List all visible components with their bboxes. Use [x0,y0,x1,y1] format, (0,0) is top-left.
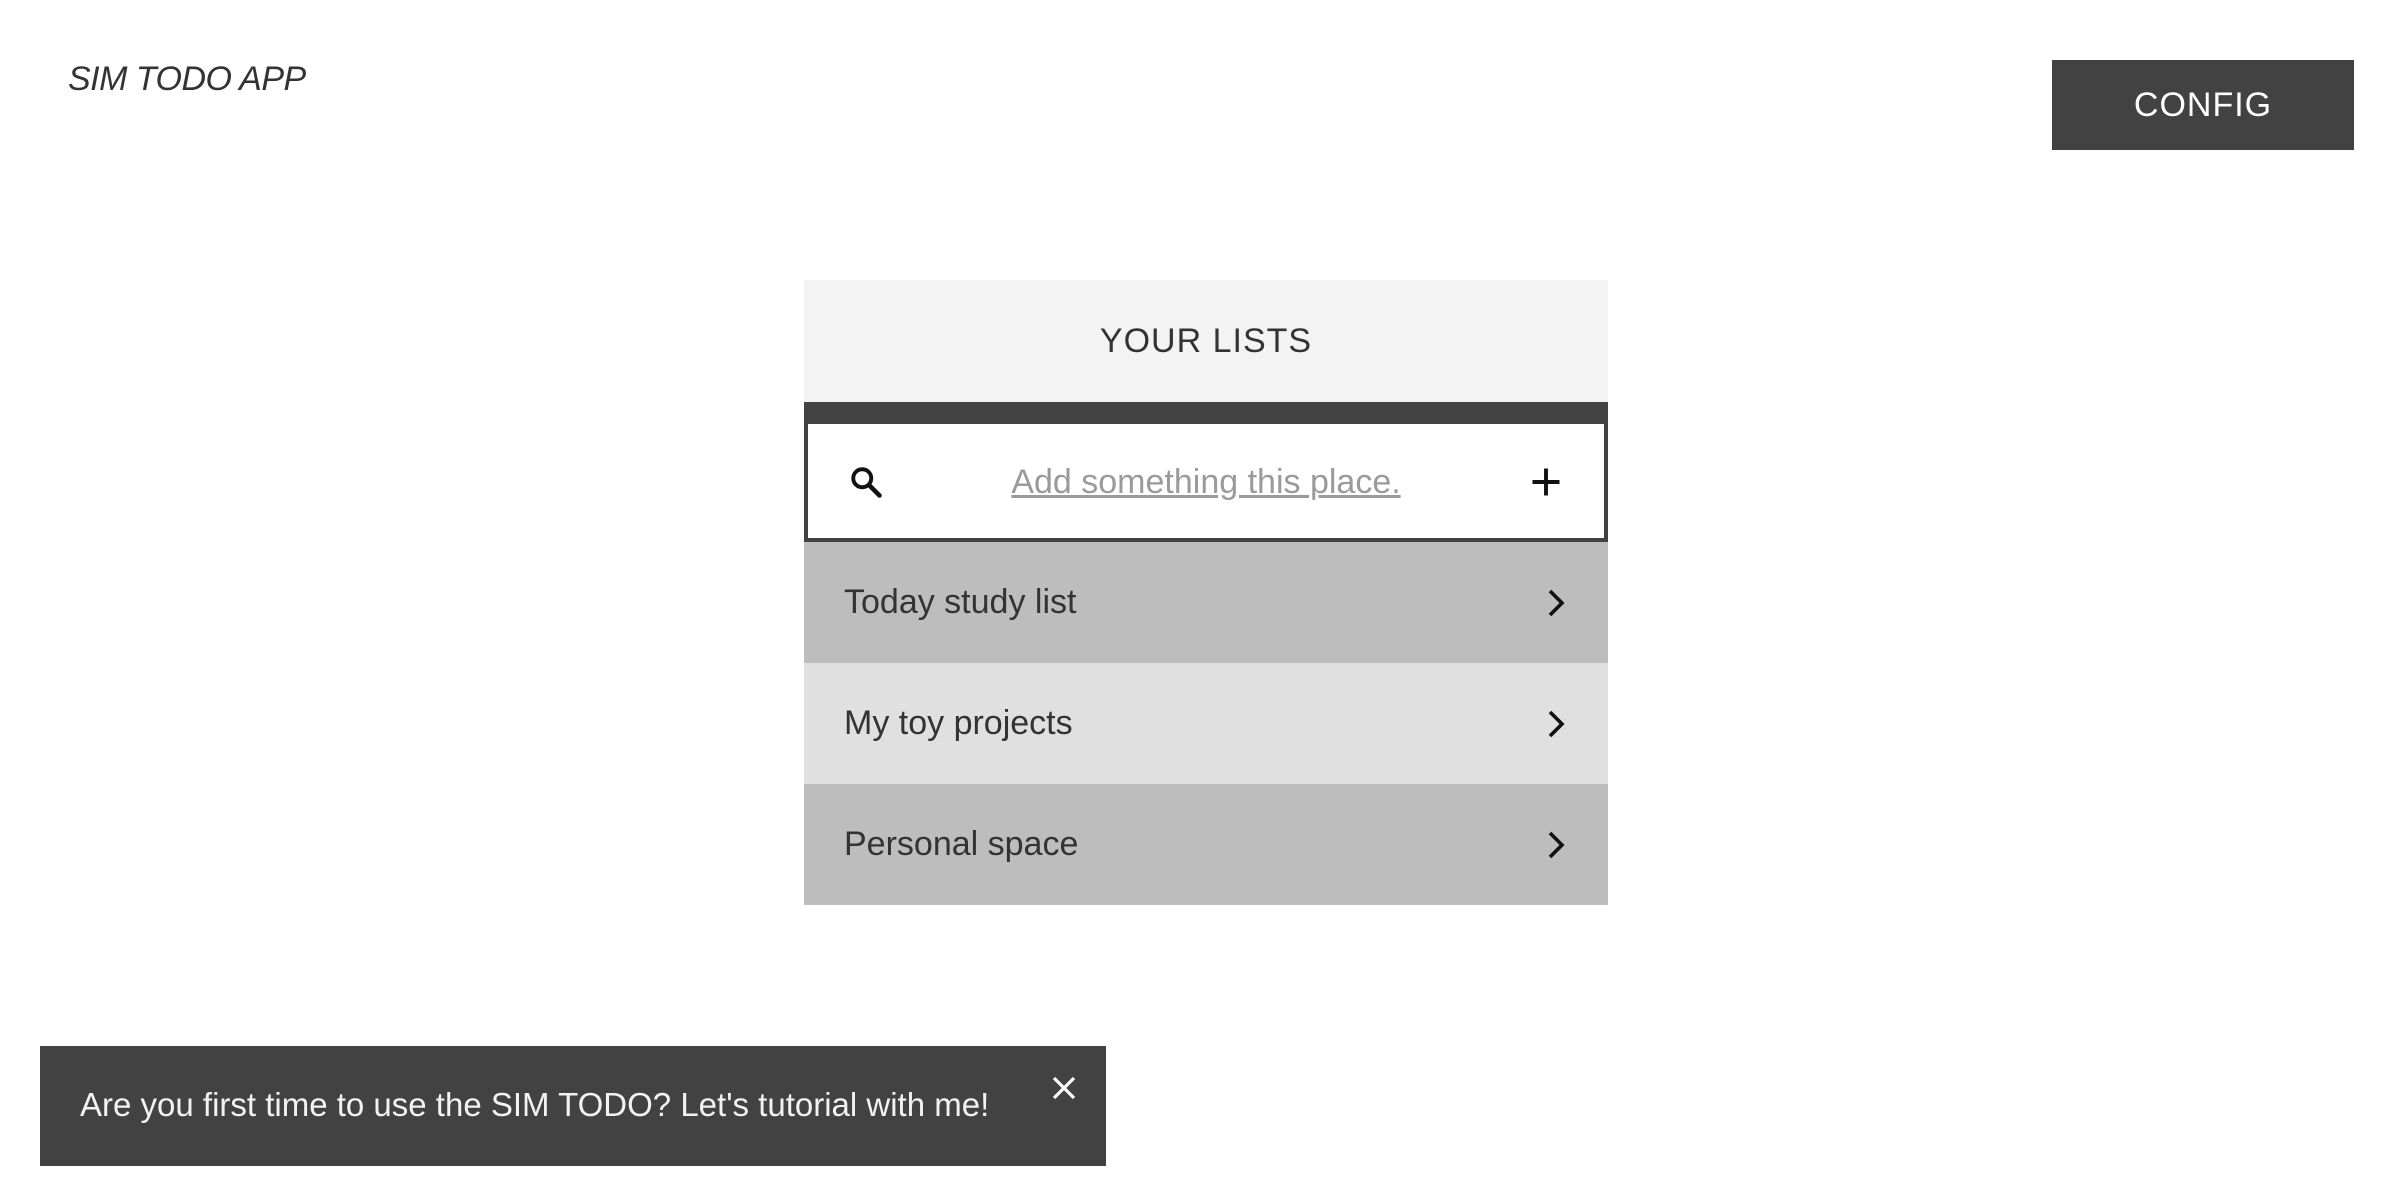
list-item-toy-projects[interactable]: My toy projects [804,663,1608,784]
toast-message: Are you first time to use the SIM TODO? … [80,1086,990,1123]
add-list-row [804,422,1608,542]
config-button[interactable]: CONFIG [2052,60,2354,150]
list-item-today-study[interactable]: Today study list [804,542,1608,663]
list-item-personal-space[interactable]: Personal space [804,784,1608,905]
list-item-label: My toy projects [844,704,1073,742]
chevron-right-icon [1548,710,1565,737]
lists-panel: YOUR LISTS Today study list My toy proje… [804,280,1608,905]
list-item-label: Today study list [844,583,1077,621]
add-list-input[interactable] [948,454,1464,510]
plus-icon[interactable] [1528,464,1564,500]
panel-divider [804,402,1608,422]
app-title: SIM TODO APP [68,60,306,98]
chevron-right-icon [1548,831,1565,858]
list-item-label: Personal space [844,825,1079,863]
lists-title: YOUR LISTS [804,280,1608,402]
search-icon[interactable] [848,464,884,500]
tutorial-toast: Are you first time to use the SIM TODO? … [40,1046,1106,1166]
close-icon[interactable] [1050,1074,1078,1102]
chevron-right-icon [1548,589,1565,616]
